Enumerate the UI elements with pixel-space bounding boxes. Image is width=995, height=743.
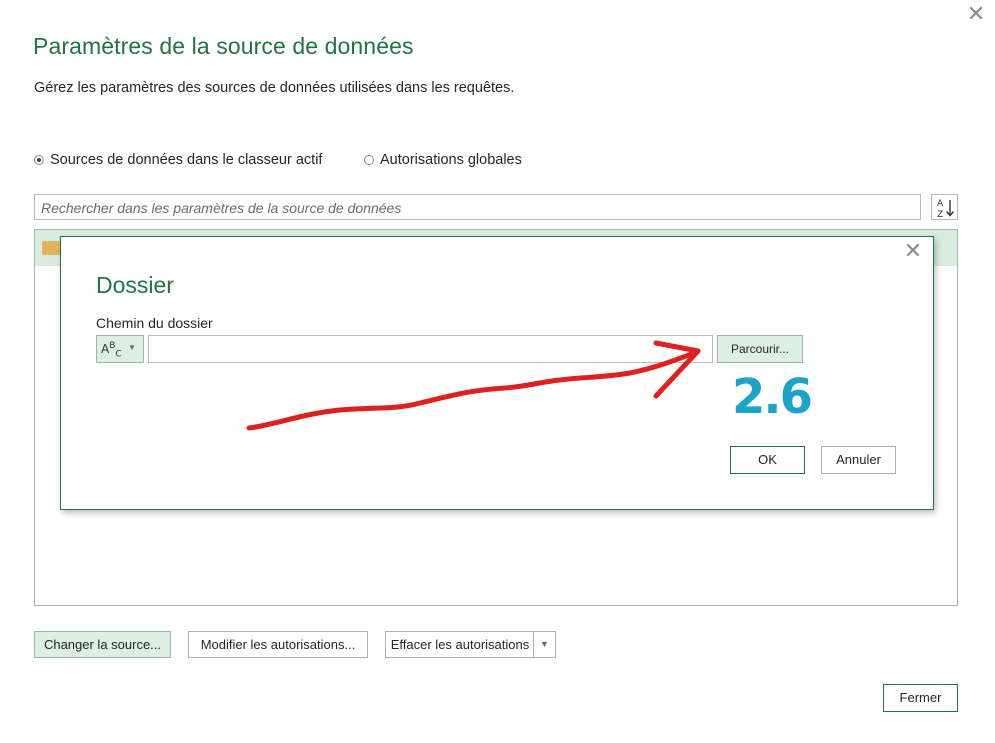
change-source-button[interactable]: Changer la source... [34,631,171,658]
clear-permissions-button[interactable]: Effacer les autorisations [385,631,534,658]
browse-button[interactable]: Parcourir... [717,335,803,363]
dialog-title: Dossier [96,272,174,298]
search-input[interactable]: Rechercher dans les paramètres de la sou… [34,194,921,220]
sort-az-button[interactable]: A Z [931,194,958,220]
chevron-down-icon: ▼ [128,343,136,352]
sort-az-icon: A Z [937,199,955,219]
radio-label: Sources de données dans le classeur acti… [50,152,323,168]
browse-label: Parcourir... [730,342,790,356]
svg-text:A: A [937,199,944,209]
text-type-dropdown[interactable]: ABC ▼ [96,335,144,363]
radio-unchecked-icon[interactable] [364,155,374,165]
page-subtitle: Gérez les paramètres des sources de donn… [34,80,515,96]
ok-button[interactable]: OK [730,446,805,474]
modify-permissions-button[interactable]: Modifier les autorisations... [188,631,368,658]
close-button[interactable]: Fermer [883,684,958,712]
folder-path-input[interactable] [148,335,713,363]
radio-global-permissions[interactable]: Autorisations globales [364,152,522,168]
close-icon[interactable]: ✕ [900,239,926,265]
page-title: Paramètres de la source de données [33,33,414,59]
radio-label: Autorisations globales [380,152,522,168]
cancel-button[interactable]: Annuler [821,446,896,474]
text-type-icon: ABC [101,341,122,360]
chevron-down-icon[interactable]: ▼ [533,631,556,658]
svg-text:Z: Z [937,210,943,219]
close-icon[interactable]: ✕ [962,2,990,28]
folder-icon [42,241,62,255]
folder-path-label: Chemin du dossier [96,315,213,331]
radio-checked-icon[interactable] [34,155,44,165]
radio-current-workbook[interactable]: Sources de données dans le classeur acti… [34,152,322,168]
